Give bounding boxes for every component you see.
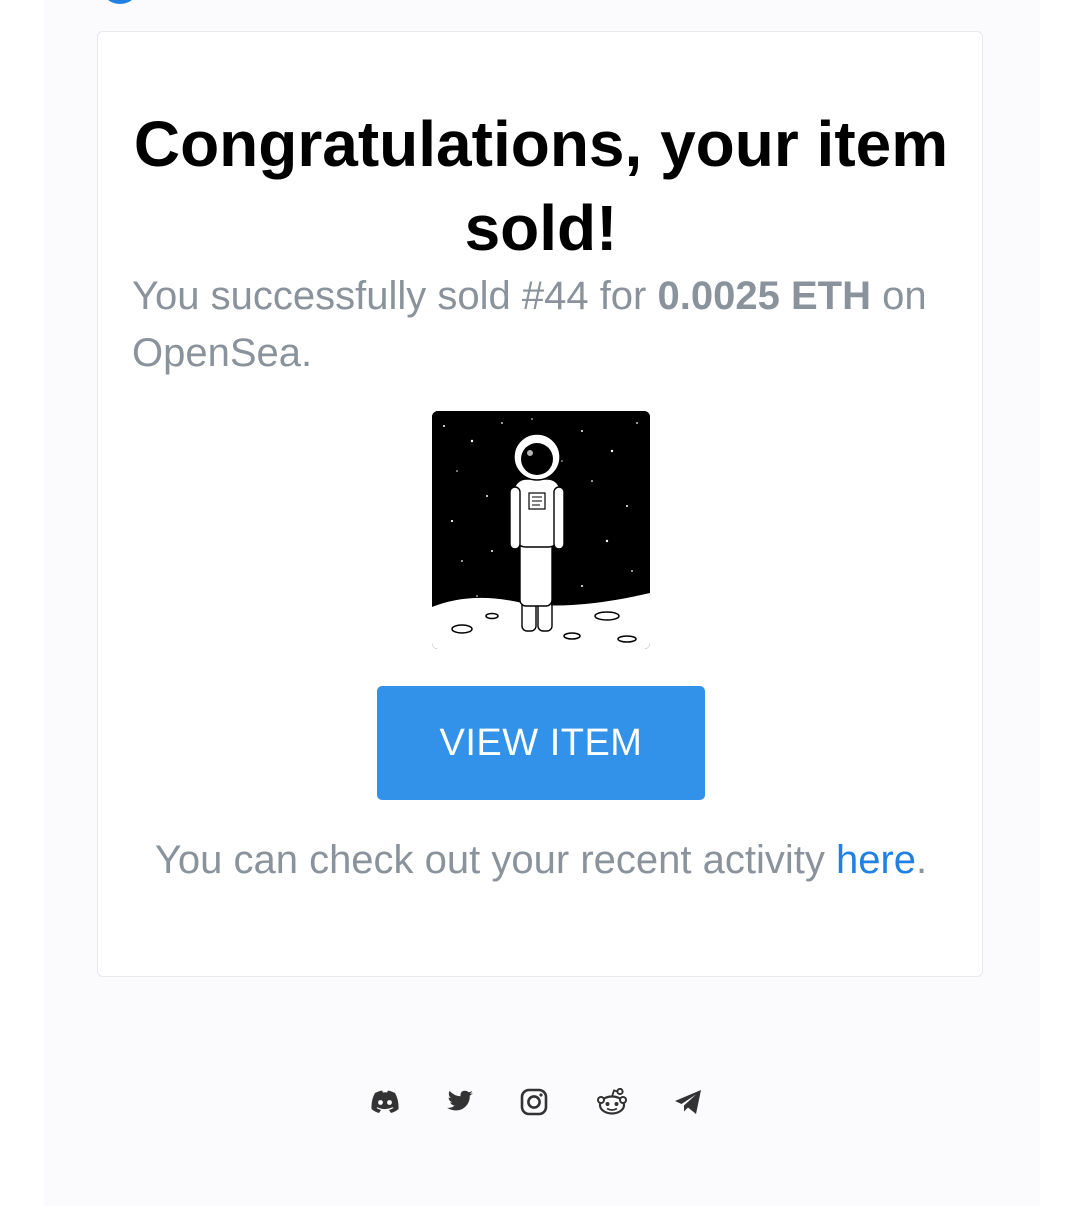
twitter-icon[interactable] [442,1084,478,1120]
sale-price: 0.0025 ETH [657,274,871,318]
recent-activity-suffix: . [916,838,928,882]
discord-icon[interactable] [367,1084,403,1120]
sale-description-prefix: You successfully sold #44 for [132,274,658,318]
recent-activity-link[interactable]: here [836,838,916,882]
sale-card: Congratulations, your item sold! You suc… [97,31,983,977]
sale-description: You successfully sold #44 for 0.0025 ETH… [132,268,962,382]
recent-activity-text: You can check out your recent activity h… [98,832,984,889]
recent-activity-prefix: You can check out your recent activity [154,838,836,882]
nft-image[interactable] [432,411,650,649]
instagram-icon[interactable] [516,1084,552,1120]
astronaut-illustration [432,411,650,649]
social-links [360,1084,720,1124]
reddit-icon[interactable] [594,1084,630,1120]
email-canvas: Congratulations, your item sold! You suc… [0,0,1080,1206]
telegram-icon[interactable] [670,1084,706,1120]
page-title: Congratulations, your item sold! [133,108,949,264]
view-item-button[interactable]: VIEW ITEM [377,686,705,800]
